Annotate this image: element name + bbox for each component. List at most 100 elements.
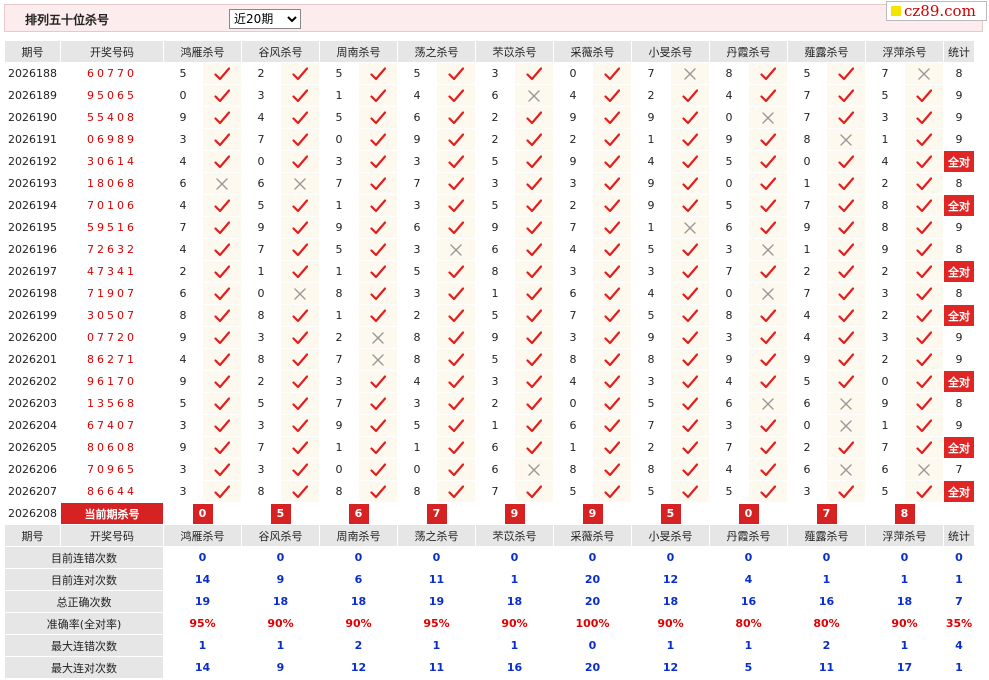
kill-number-cell: 6	[787, 458, 827, 481]
kill-number-cell: 3	[241, 414, 281, 437]
kill-number-cell: 2	[787, 436, 827, 459]
cross-icon	[826, 458, 866, 481]
stats-value: 20	[553, 590, 632, 613]
check-icon	[748, 128, 788, 151]
winning-code-cell: 60770	[60, 62, 164, 85]
table-row: 2026191 06989 3 7 0 9 2 2 1 9 8 1 9	[4, 128, 975, 151]
stats-value: 1	[631, 634, 710, 657]
stats-header-count: 统计	[943, 524, 975, 547]
kill-number-cell: 7	[787, 194, 827, 217]
stats-value: 1	[943, 656, 975, 679]
kill-number-cell: 4	[787, 326, 827, 349]
kill-number-cell: 9	[865, 238, 905, 261]
check-icon	[436, 392, 476, 415]
kill-number-cell: 6	[787, 392, 827, 415]
stats-value: 1	[163, 634, 242, 657]
count-cell: 全对	[943, 260, 975, 283]
check-icon	[670, 238, 710, 261]
kill-number-cell: 5	[163, 62, 203, 85]
winning-code-cell: 30614	[60, 150, 164, 173]
kill-number-cell: 9	[241, 216, 281, 239]
kill-number-cell: 8	[241, 348, 281, 371]
kill-number-cell: 1	[787, 172, 827, 195]
kill-number-cell: 8	[709, 304, 749, 327]
check-icon	[514, 260, 554, 283]
current-kill-row: 2026208 当前期杀号 0 5 6 7 9 9 5 0 7 8	[4, 502, 975, 525]
kill-number-cell: 3	[241, 458, 281, 481]
kill-number-cell: 9	[475, 216, 515, 239]
kill-number-cell: 3	[865, 326, 905, 349]
check-icon	[748, 480, 788, 503]
check-icon	[826, 304, 866, 327]
kill-number-cell: 7	[553, 216, 593, 239]
stats-header-expert: 小旻杀号	[631, 524, 710, 547]
kill-number-cell: 6	[163, 282, 203, 305]
site-logo[interactable]: cz89.com	[886, 1, 987, 21]
kill-number-cell: 9	[475, 326, 515, 349]
check-icon	[670, 392, 710, 415]
kill-number-cell: 3	[709, 414, 749, 437]
kill-number-cell: 1	[397, 436, 437, 459]
table-header-count: 统计	[943, 40, 975, 63]
kill-number-cell: 2	[475, 106, 515, 129]
kill-number-cell: 7	[319, 172, 359, 195]
check-icon	[670, 150, 710, 173]
kill-number-cell: 7	[787, 282, 827, 305]
stats-value: 35%	[943, 612, 975, 635]
check-icon	[358, 392, 398, 415]
kill-number-cell: 0	[553, 62, 593, 85]
kill-number-cell: 5	[475, 304, 515, 327]
issue-cell: 2026207	[4, 480, 61, 503]
check-icon	[826, 84, 866, 107]
stats-header-expert: 荡之杀号	[397, 524, 476, 547]
kill-number-cell: 9	[319, 414, 359, 437]
check-icon	[436, 480, 476, 503]
kill-number-cell: 2	[553, 194, 593, 217]
count-cell: 8	[943, 172, 975, 195]
stats-value: 95%	[163, 612, 242, 635]
check-icon	[670, 172, 710, 195]
check-icon	[670, 480, 710, 503]
check-icon	[202, 260, 242, 283]
check-icon	[202, 458, 242, 481]
kill-number-cell: 1	[631, 128, 671, 151]
kill-number-cell: 5	[475, 194, 515, 217]
table-row: 2026203 13568 5 5 7 3 2 0 5 6 6 9 8	[4, 392, 975, 415]
kill-number-cell: 0	[319, 128, 359, 151]
cross-icon	[358, 348, 398, 371]
stats-header-expert: 谷风杀号	[241, 524, 320, 547]
issue-cell: 2026196	[4, 238, 61, 261]
kill-number-cell: 0	[709, 106, 749, 129]
kill-number-cell: 0	[397, 458, 437, 481]
check-icon	[514, 150, 554, 173]
issue-cell: 2026191	[4, 128, 61, 151]
table-header-expert: 薤露杀号	[787, 40, 866, 63]
kill-number-cell: 8	[241, 480, 281, 503]
stats-value: 11	[397, 656, 476, 679]
kill-number-cell: 8	[319, 282, 359, 305]
kill-number-cell: 3	[631, 260, 671, 283]
current-kill-cell: 7	[787, 502, 866, 525]
kill-number-cell: 7	[553, 304, 593, 327]
stats-value: 14	[163, 568, 242, 591]
check-icon	[358, 260, 398, 283]
kill-number-cell: 4	[631, 282, 671, 305]
check-icon	[358, 194, 398, 217]
kill-number-cell: 0	[787, 414, 827, 437]
stats-value: 2	[319, 634, 398, 657]
period-select[interactable]: 近20期	[229, 9, 301, 29]
cross-icon	[436, 238, 476, 261]
kill-number-cell: 7	[709, 260, 749, 283]
check-icon	[592, 282, 632, 305]
check-icon	[826, 260, 866, 283]
issue-cell: 2026189	[4, 84, 61, 107]
kill-number-cell: 3	[553, 260, 593, 283]
table-row: 2026193 18068 6 6 7 7 3 3 9 0 1 2 8	[4, 172, 975, 195]
issue-cell: 2026192	[4, 150, 61, 173]
check-icon	[202, 238, 242, 261]
kill-number-cell: 5	[241, 392, 281, 415]
kill-number-cell: 5	[397, 414, 437, 437]
kill-number-cell: 5	[865, 480, 905, 503]
check-icon	[436, 304, 476, 327]
kill-number-cell: 9	[787, 216, 827, 239]
